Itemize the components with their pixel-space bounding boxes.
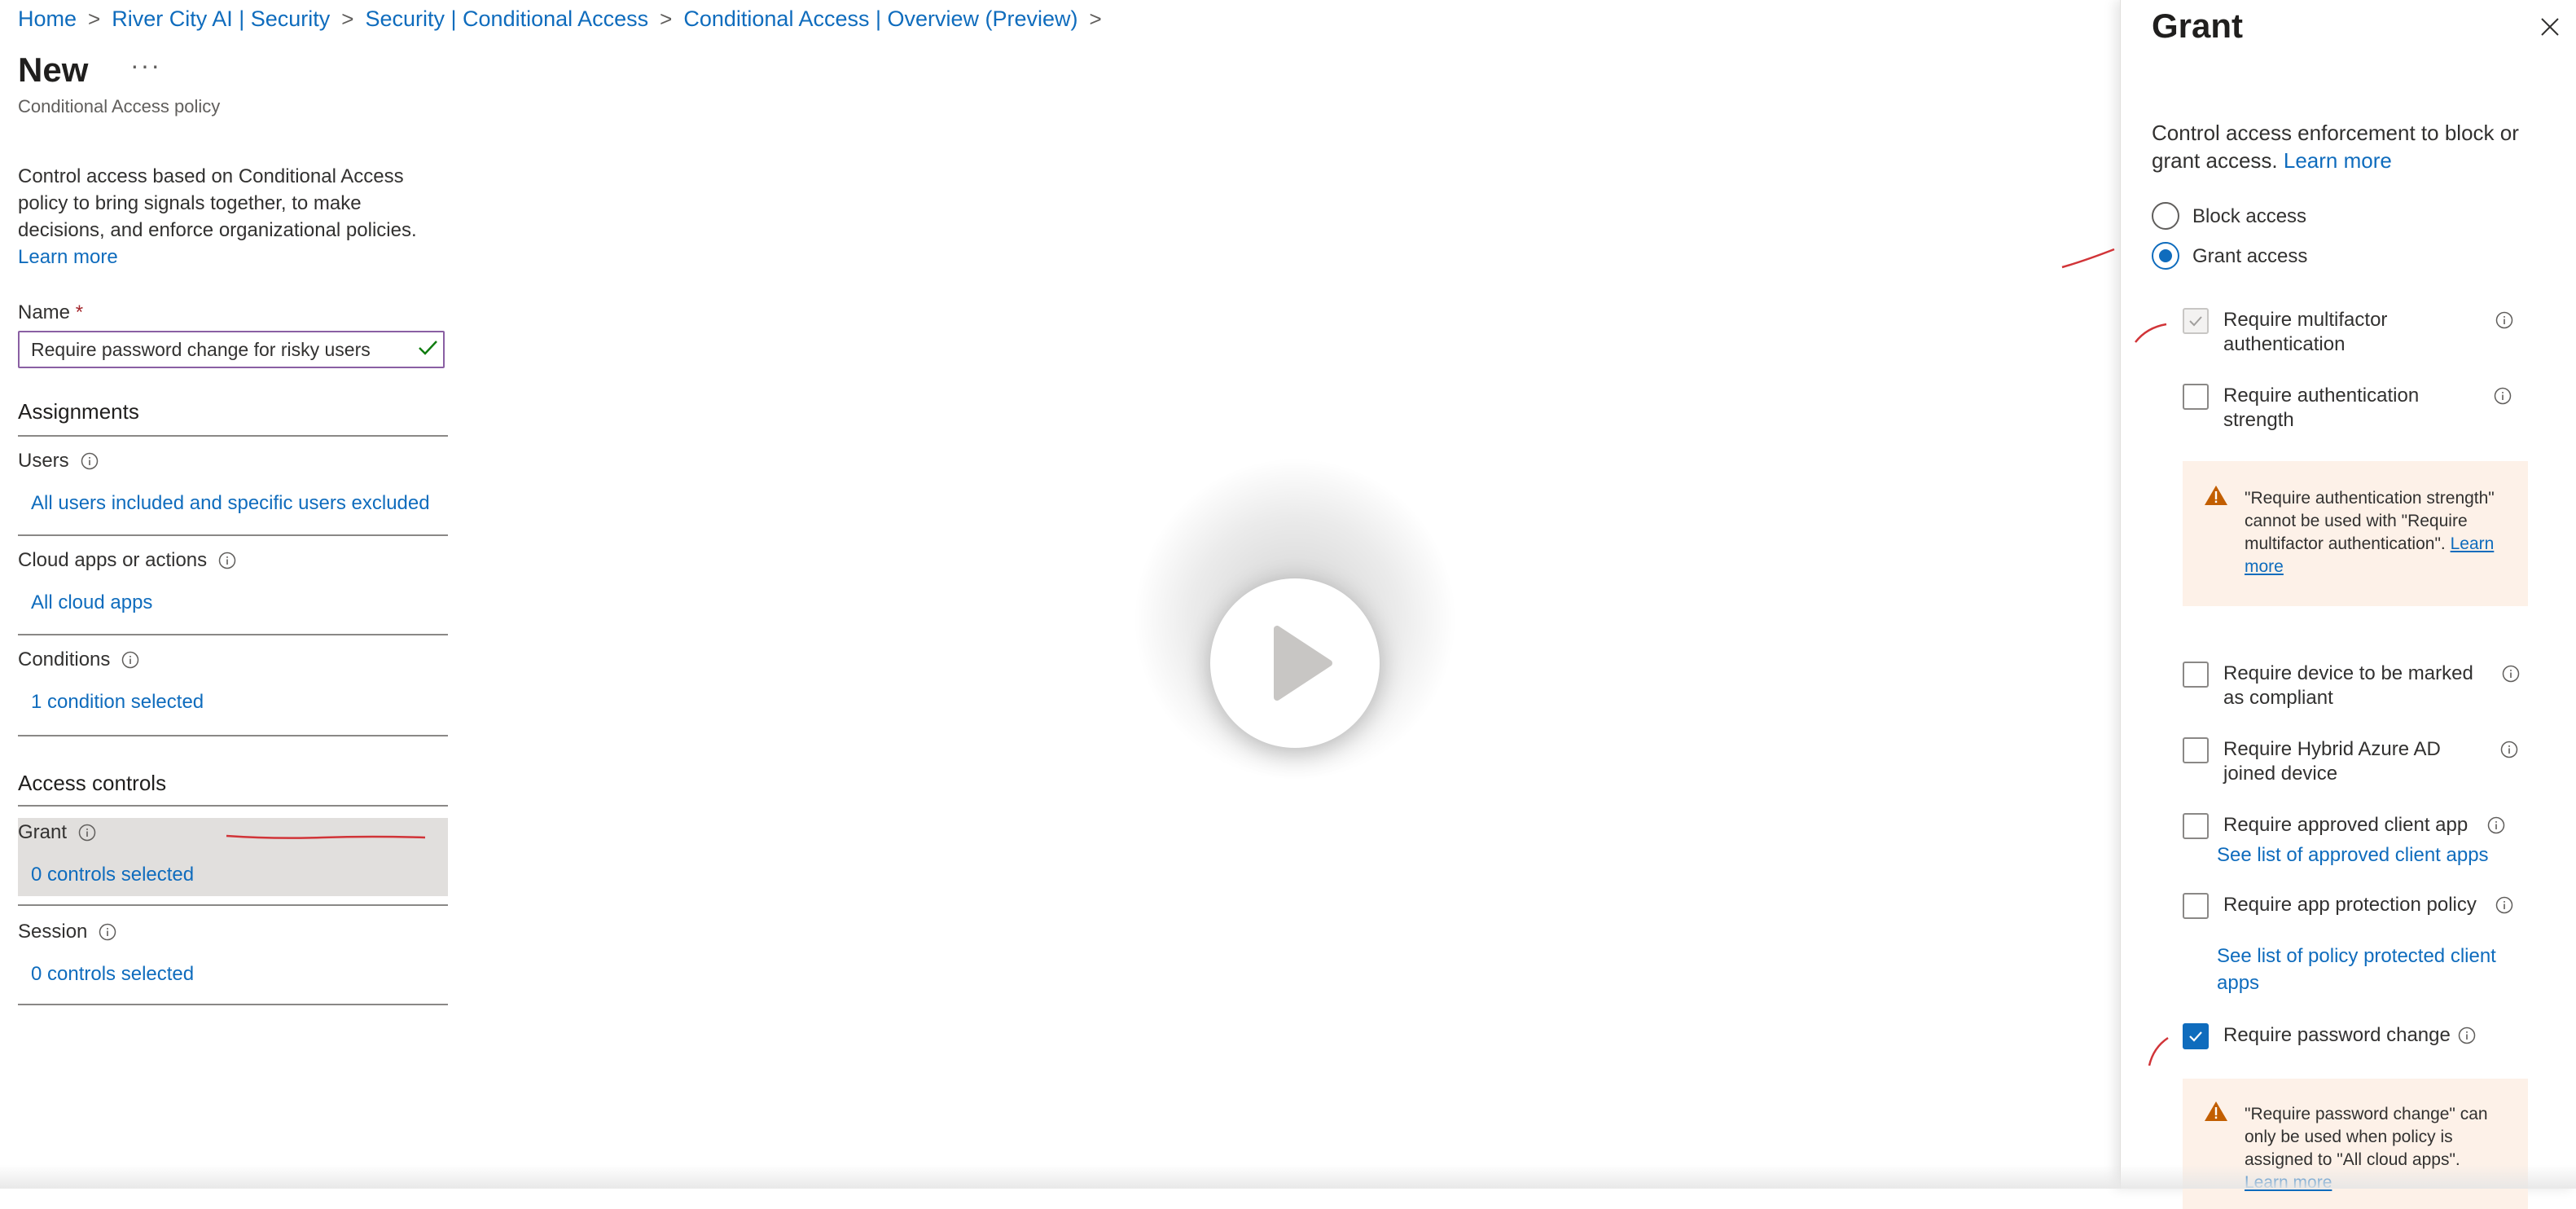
divider xyxy=(18,904,448,906)
grant-access-label: Grant access xyxy=(2192,245,2308,267)
warning-auth-strength: "Require authentication strength" cannot… xyxy=(2183,461,2528,606)
page-title: New xyxy=(18,51,89,89)
conditions-label-text: Conditions xyxy=(18,648,111,670)
require-compliant-device-checkbox[interactable] xyxy=(2183,662,2209,688)
session-label-text: Session xyxy=(18,921,88,943)
info-icon[interactable] xyxy=(2487,816,2505,834)
divider xyxy=(18,435,448,437)
required-marker: * xyxy=(75,301,84,323)
block-access-radio[interactable] xyxy=(2152,202,2179,230)
cloud-apps-label-text: Cloud apps or actions xyxy=(18,549,208,571)
require-hybrid-joined-label: Require Hybrid Azure AD joined device xyxy=(2223,738,2441,785)
checkmark-icon xyxy=(2189,1031,2202,1042)
block-access-label: Block access xyxy=(2192,205,2307,227)
require-mfa-label: Require multifactor authentication xyxy=(2223,309,2388,355)
require-password-change-checkbox[interactable] xyxy=(2183,1023,2209,1049)
require-approved-app-label: Require approved client app xyxy=(2223,814,2468,836)
require-compliant-device-label: Require device to be marked as compliant xyxy=(2223,662,2473,709)
conditions-value-link[interactable]: 1 condition selected xyxy=(31,691,204,714)
info-icon[interactable] xyxy=(81,452,99,470)
conditions-label: Conditions xyxy=(18,648,139,671)
page-subtitle: Conditional Access policy xyxy=(18,96,221,117)
info-icon[interactable] xyxy=(121,651,139,669)
divider xyxy=(18,805,448,807)
cloud-apps-label: Cloud apps or actions xyxy=(18,549,236,572)
info-icon[interactable] xyxy=(2500,741,2518,758)
approved-apps-link[interactable]: See list of approved client apps xyxy=(2217,842,2526,868)
require-app-protection-label: Require app protection policy xyxy=(2223,894,2477,916)
checkmark-icon xyxy=(2189,316,2202,327)
divider xyxy=(18,1004,448,1005)
info-icon[interactable] xyxy=(2502,665,2520,683)
require-password-change-label: Require password change xyxy=(2223,1024,2451,1046)
require-hybrid-joined-checkbox[interactable] xyxy=(2183,737,2209,763)
divider xyxy=(18,534,448,536)
grant-value-link[interactable]: 0 controls selected xyxy=(31,864,194,886)
breadcrumb-home[interactable]: Home xyxy=(18,7,77,32)
access-controls-heading: Access controls xyxy=(18,771,167,795)
session-value-link[interactable]: 0 controls selected xyxy=(31,963,194,986)
grant-label-text: Grant xyxy=(18,821,68,843)
chevron-right-icon: > xyxy=(88,7,101,31)
require-auth-strength-label: Require authentication strength xyxy=(2223,385,2420,431)
policy-protected-apps-link[interactable]: See list of policy protected client apps xyxy=(2217,943,2526,996)
breadcrumb: Home > River City AI | Security > Securi… xyxy=(18,7,1102,32)
info-icon[interactable] xyxy=(78,824,96,842)
annotation-mark xyxy=(2061,248,2115,269)
intro-learn-more-link[interactable]: Learn more xyxy=(18,246,118,268)
play-button[interactable] xyxy=(1210,578,1380,748)
warning-password-change-message: "Require password change" can only be us… xyxy=(2245,1105,2488,1169)
warning-icon xyxy=(2205,486,2227,505)
video-bottom-fade xyxy=(0,1165,2576,1189)
annotation-mark xyxy=(2148,1036,2169,1066)
info-icon[interactable] xyxy=(2495,896,2513,914)
grant-label: Grant xyxy=(18,821,96,844)
info-icon[interactable] xyxy=(218,552,236,569)
close-icon[interactable] xyxy=(2538,15,2562,39)
require-mfa-checkbox[interactable] xyxy=(2183,308,2209,334)
annotation-underline xyxy=(226,834,426,839)
session-label: Session xyxy=(18,921,116,943)
intro-text: Control access based on Conditional Acce… xyxy=(18,163,441,270)
annotation-mark xyxy=(2135,323,2167,343)
info-icon[interactable] xyxy=(2458,1027,2476,1044)
divider xyxy=(18,735,448,736)
chevron-right-icon: > xyxy=(1089,7,1102,31)
breadcrumb-security[interactable]: River City AI | Security xyxy=(112,7,330,32)
warning-auth-strength-text: "Require authentication strength" cannot… xyxy=(2245,487,2505,578)
require-app-protection-checkbox[interactable] xyxy=(2183,893,2209,919)
require-auth-strength-checkbox[interactable] xyxy=(2183,384,2209,410)
name-label: Name * xyxy=(18,301,83,324)
info-icon[interactable] xyxy=(2495,311,2513,329)
panel-title: Grant xyxy=(2152,7,2244,45)
divider xyxy=(18,634,448,635)
users-label: Users xyxy=(18,450,99,473)
users-label-text: Users xyxy=(18,450,69,472)
breadcrumb-conditional-access[interactable]: Security | Conditional Access xyxy=(365,7,648,32)
chevron-right-icon: > xyxy=(341,7,354,31)
assignments-heading: Assignments xyxy=(18,399,139,424)
name-label-text: Name xyxy=(18,301,71,323)
intro-description: Control access based on Conditional Acce… xyxy=(18,165,417,241)
more-options-button[interactable]: ··· xyxy=(130,51,161,81)
panel-learn-more-link[interactable]: Learn more xyxy=(2284,148,2392,173)
grant-access-radio[interactable] xyxy=(2152,242,2179,270)
panel-description: Control access enforcement to block or g… xyxy=(2152,119,2543,174)
grant-panel: Grant Control access enforcement to bloc… xyxy=(2120,0,2576,1209)
cloud-apps-value-link[interactable]: All cloud apps xyxy=(31,591,152,614)
play-icon xyxy=(1274,626,1332,701)
warning-password-change: "Require password change" can only be us… xyxy=(2183,1079,2528,1209)
policy-name-input[interactable] xyxy=(18,331,445,368)
warning-icon xyxy=(2205,1101,2227,1121)
breadcrumb-overview[interactable]: Conditional Access | Overview (Preview) xyxy=(683,7,1077,32)
info-icon[interactable] xyxy=(2494,387,2512,405)
checkmark-icon xyxy=(419,341,437,355)
chevron-right-icon: > xyxy=(660,7,673,31)
require-approved-app-checkbox[interactable] xyxy=(2183,813,2209,839)
info-icon[interactable] xyxy=(99,923,116,941)
users-value-link[interactable]: All users included and specific users ex… xyxy=(31,492,430,515)
